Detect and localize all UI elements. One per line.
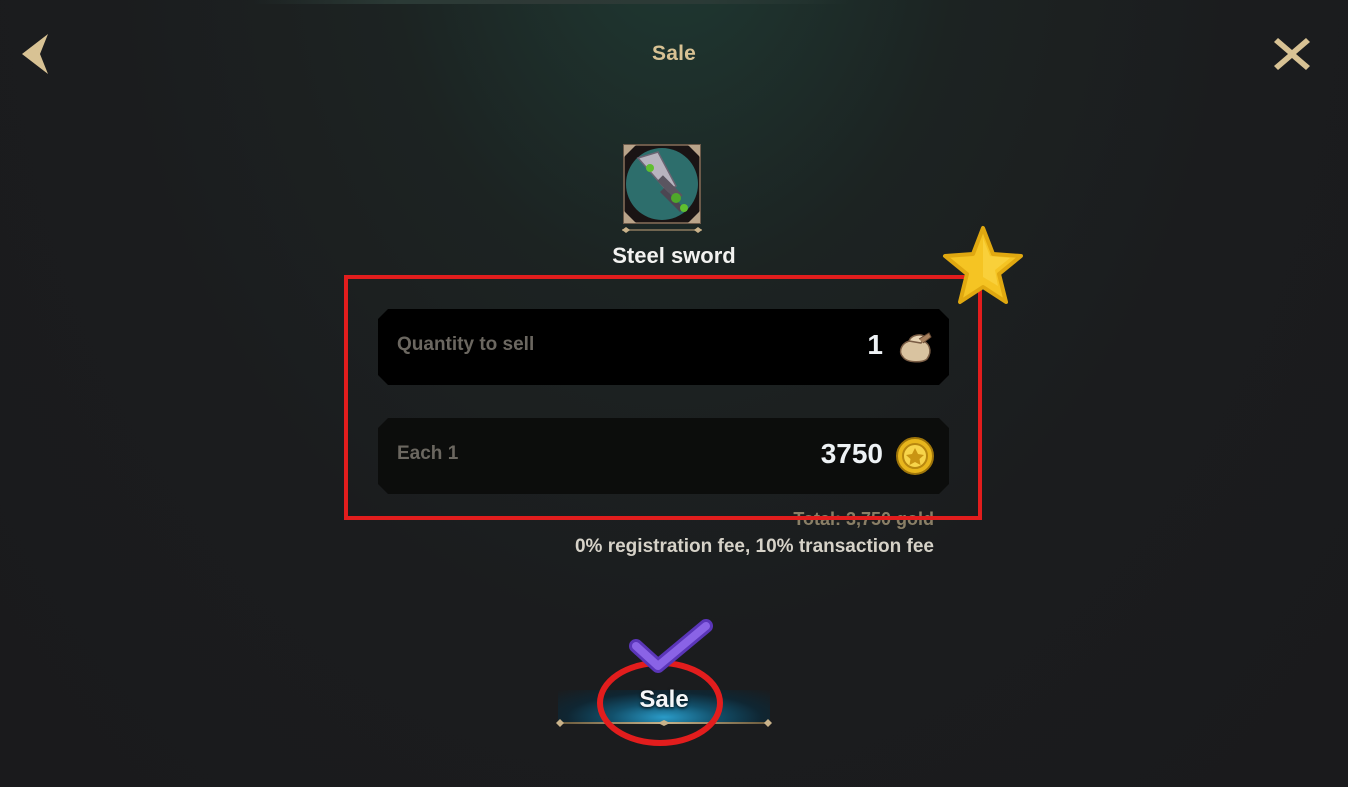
close-icon [1274, 38, 1310, 70]
close-button[interactable] [1268, 30, 1316, 78]
sale-button[interactable]: Sale [554, 680, 774, 730]
page-title: Sale [652, 42, 696, 65]
price-label: Each 1 [397, 443, 459, 464]
item-icon-frame [618, 142, 706, 234]
quantity-label: Quantity to sell [397, 334, 535, 355]
check-icon [629, 619, 713, 673]
quantity-row[interactable]: Quantity to sell 1 [378, 309, 949, 385]
item-name: Steel sword [612, 243, 736, 268]
sale-button-label: Sale [639, 686, 689, 713]
quantity-value[interactable]: 1 [867, 329, 883, 361]
bag-icon [895, 327, 935, 367]
price-row[interactable]: Each 1 3750 [378, 418, 949, 494]
top-decoration-strip [250, 0, 850, 4]
gold-coin-icon [895, 436, 935, 476]
fee-text: 0% registration fee, 10% transaction fee [574, 536, 934, 557]
total-text: Total: 3,750 gold [793, 509, 934, 529]
sword-icon [622, 144, 702, 233]
price-value[interactable]: 3750 [821, 438, 883, 470]
